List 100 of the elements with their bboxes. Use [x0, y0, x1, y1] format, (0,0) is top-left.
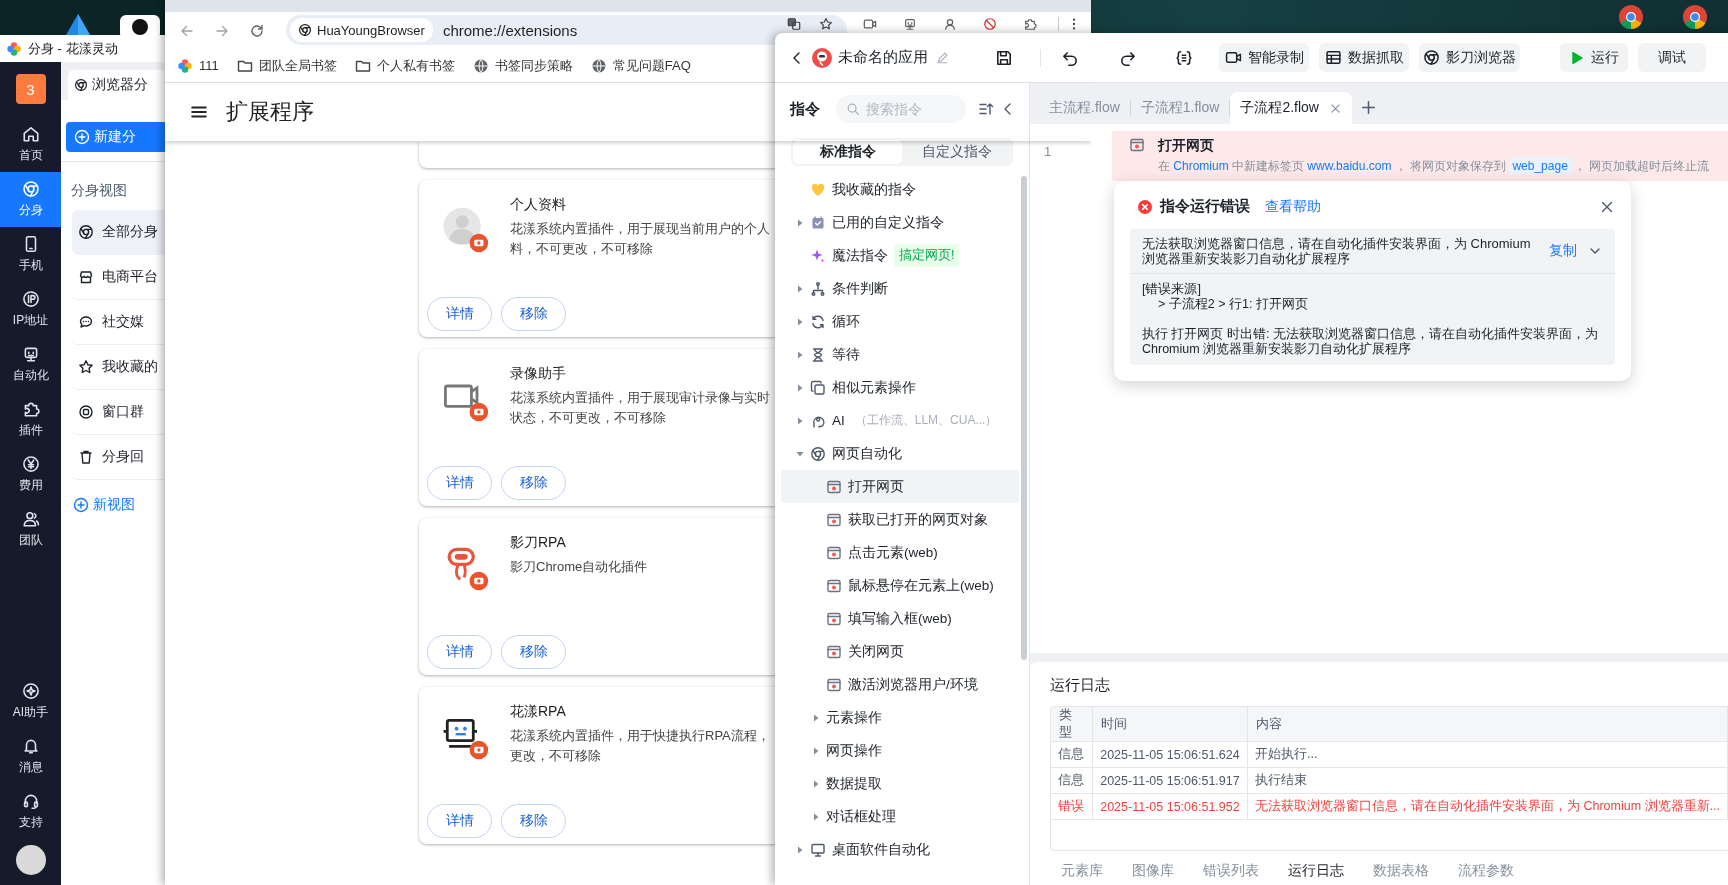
command-item[interactable]: 激活浏览器用户/环境 — [781, 668, 1019, 701]
browser-page-icon — [826, 643, 842, 660]
card-button[interactable]: 详情 — [427, 466, 492, 500]
command-item[interactable]: 填写输入框(web) — [781, 602, 1019, 635]
caret-icon[interactable] — [796, 350, 804, 359]
toolbar-button[interactable]: 影刀浏览器 — [1419, 43, 1520, 72]
tree-group[interactable]: 等待 — [781, 338, 1019, 371]
browser-shortcut-icon[interactable] — [1682, 4, 1708, 30]
avatar[interactable] — [15, 845, 46, 875]
tree-item[interactable]: 我收藏的指令 — [781, 173, 1019, 206]
card-button[interactable]: 移除 — [501, 466, 566, 500]
nav-item[interactable]: 手机 — [0, 227, 61, 282]
caret-icon[interactable] — [796, 317, 804, 326]
tree-group[interactable]: 循环 — [781, 305, 1019, 338]
video-camera-icon[interactable] — [863, 17, 877, 31]
tree-group[interactable]: 网页操作 — [781, 734, 1019, 767]
command-item[interactable]: 获取已打开的网页对象 — [781, 503, 1019, 536]
caret-icon[interactable] — [812, 713, 820, 722]
nav-item[interactable]: 费用 — [0, 447, 61, 502]
card-button[interactable]: 详情 — [427, 635, 492, 669]
command-item[interactable]: 鼠标悬停在元素上(web) — [781, 569, 1019, 602]
puzzle-icon[interactable] — [1023, 17, 1037, 31]
tree-group[interactable]: 数据提取 — [781, 767, 1019, 800]
caret-icon[interactable] — [796, 284, 804, 293]
nav-item[interactable]: IP地址 — [0, 282, 61, 337]
flow-step[interactable]: 打开网页 在 Chromium 中新建标签页 www.baidu.com ， 将网页对象保存到 web_page ， 网页加载超时后终止流 — [1112, 131, 1728, 181]
save-icon[interactable] — [995, 48, 1013, 67]
browser-shortcut-icon[interactable] — [1618, 4, 1644, 30]
add-tab-icon[interactable] — [1359, 99, 1377, 116]
tab[interactable]: 浏览器分 — [68, 70, 165, 100]
site-chip[interactable]: HuaYoungBrowser — [290, 18, 433, 42]
caret-icon[interactable] — [812, 779, 820, 788]
tree-item[interactable]: 魔法指令 — [832, 246, 888, 265]
bookmark[interactable]: 团队全局书签 — [236, 56, 337, 75]
close-icon[interactable] — [1328, 101, 1342, 115]
reload-icon[interactable] — [248, 22, 265, 39]
extension-name: 个人资料 — [510, 195, 567, 214]
tree-group[interactable]: 对话框处理 — [781, 800, 1019, 833]
command-item[interactable]: 点击元素(web) — [781, 536, 1019, 569]
debug-button[interactable]: 调试 — [1638, 43, 1706, 72]
search-field[interactable]: 搜索指令 — [836, 95, 966, 123]
command-item[interactable]: 打开网页 — [781, 470, 1019, 503]
nav-item[interactable]: AI助手 — [0, 674, 61, 729]
scrollbar[interactable] — [1021, 176, 1027, 660]
file-tab[interactable]: 子流程2.flow — [1230, 92, 1352, 124]
error-detail: 执行 打开网页 时出错: 无法获取浏览器窗口信息，请在自动化插件安装界面，为 Chromium 浏览器重新安装影刀自动化扩展程序 — [1142, 327, 1599, 357]
tree-group[interactable]: 桌面软件自动化 — [781, 833, 1019, 866]
robot-icon[interactable] — [903, 17, 917, 31]
card-button[interactable]: 详情 — [427, 297, 492, 331]
nav-item[interactable]: 插件 — [0, 392, 61, 447]
caret-icon[interactable] — [796, 449, 804, 458]
bookmark[interactable]: 个人私有书签 — [354, 56, 455, 75]
run-button[interactable]: 运行 — [1560, 43, 1628, 72]
bookmark[interactable]: 常见问题FAQ — [590, 56, 691, 75]
mode-tab[interactable]: 自定义指令 — [902, 140, 1011, 164]
caret-icon[interactable] — [796, 845, 804, 854]
sort-icon[interactable] — [978, 101, 994, 117]
nav-item[interactable]: 团队 — [0, 502, 61, 557]
nav-item[interactable]: 首页 — [0, 117, 61, 172]
menu-icon[interactable] — [190, 103, 208, 121]
nav-item[interactable]: 消息 — [0, 729, 61, 784]
braces-icon[interactable] — [1175, 48, 1193, 67]
tree-group[interactable]: 网页自动化 — [781, 437, 1019, 470]
new-button[interactable]: 新建分 — [66, 122, 165, 152]
nav-item[interactable]: 分身 — [0, 172, 61, 227]
address-bar[interactable]: HuaYoungBrowser chrome://extensions — [286, 15, 847, 45]
profile-icon[interactable] — [943, 17, 957, 31]
copy-link[interactable]: 复制 — [1549, 242, 1577, 260]
translate-icon[interactable] — [787, 17, 801, 31]
tree-group[interactable]: AI （工作流、LLM、CUA...） — [781, 404, 1019, 437]
hint-text: （工作流、LLM、CUA...） — [854, 412, 998, 429]
new-view-link[interactable]: 新视图 — [73, 496, 165, 514]
card-button[interactable]: 移除 — [501, 297, 566, 331]
nav-item[interactable]: 支持 — [0, 784, 61, 839]
tree-group[interactable]: 元素操作 — [781, 701, 1019, 734]
nav-item[interactable]: 自动化 — [0, 337, 61, 392]
panel-tab[interactable]: 运行日志 — [1288, 862, 1344, 880]
command-item[interactable]: 关闭网页 — [781, 635, 1019, 668]
error-source-path: > 子流程2 > 行1: 打开网页 — [1157, 297, 1309, 312]
bookmark[interactable]: 书签同步策略 — [472, 56, 573, 75]
caret-icon[interactable] — [812, 746, 820, 755]
caret-icon[interactable] — [812, 812, 820, 821]
mode-tab[interactable]: 标准指令 — [793, 140, 902, 164]
toolbar-button[interactable]: 智能录制 — [1219, 43, 1309, 72]
app-shortcut-icon[interactable] — [120, 15, 160, 35]
caret-icon[interactable] — [796, 383, 804, 392]
tree-group[interactable]: 相似元素操作 — [781, 371, 1019, 404]
card-button[interactable]: 移除 — [501, 635, 566, 669]
tree-group[interactable]: 条件判断 — [781, 272, 1019, 305]
help-link[interactable]: 查看帮助 — [1265, 197, 1321, 216]
caret-icon[interactable] — [796, 218, 804, 227]
toolbar-button[interactable]: 数据抓取 — [1319, 43, 1409, 72]
tree-group[interactable]: 已用的自定义指令 — [781, 206, 1019, 239]
bookmark[interactable]: 111 — [177, 57, 219, 74]
star-icon[interactable] — [819, 17, 833, 31]
card-button[interactable]: 详情 — [427, 804, 492, 838]
caret-icon[interactable] — [796, 416, 804, 425]
card-button[interactable]: 移除 — [501, 804, 566, 838]
view-item[interactable]: 全部分身 — [72, 210, 165, 255]
blocked-icon[interactable] — [983, 17, 997, 31]
